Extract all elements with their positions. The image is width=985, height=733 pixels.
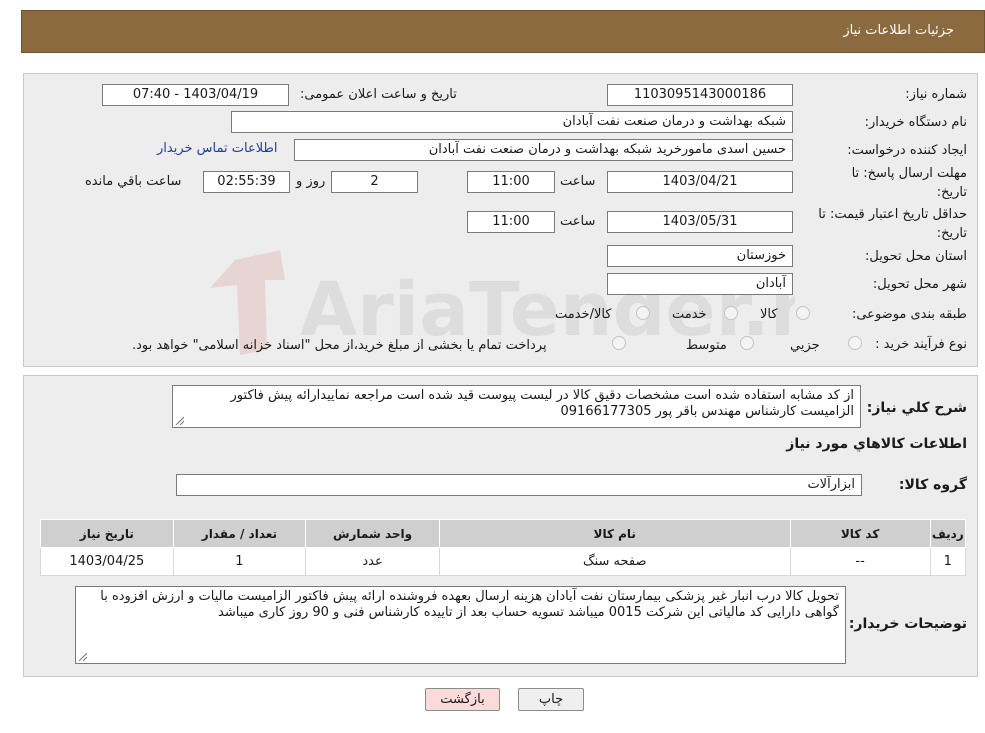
announce-datetime-label: تاریخ و ساعت اعلان عمومی: (300, 87, 457, 102)
process-radio-medium[interactable] (740, 336, 754, 350)
process-type-label: نوع فرآیند خرید : (875, 337, 967, 352)
process-radio-minor[interactable] (848, 336, 862, 350)
category-label: طبقه بندی موضوعی: (851, 307, 967, 322)
column-header-quantity: تعداد / مقدار (172, 519, 307, 548)
goods-info-heading: اطلاعات کالاهاي مورد نياز (786, 436, 967, 452)
category-option-goods: کالا (760, 307, 778, 322)
city-label: شهر محل تحویل: (872, 277, 967, 292)
category-option-goods-service: کالا/خدمت (555, 307, 612, 322)
buyer-org-label: نام دستگاه خریدار: (864, 115, 967, 130)
cell-goods-name: صفحه سنگ (438, 547, 791, 576)
category-radio-goods-service[interactable] (636, 306, 650, 320)
cell-need-date: 1403/04/25 (40, 547, 174, 576)
validity-date-field: 1403/05/31 (607, 211, 793, 233)
process-treasury-note: پرداخت تمام یا بخشی از مبلغ خرید،از محل … (132, 338, 547, 353)
deadline-days-field: 2 (331, 171, 418, 193)
table-row: 1 -- صفحه سنگ عدد 1 1403/04/25 (40, 547, 967, 576)
buyer-notes-text: تحویل کالا درب انبار غیر پزشکی بیمارستان… (100, 589, 839, 620)
column-header-goods-code: کد کالا (789, 519, 931, 548)
cell-quantity: 1 (172, 547, 307, 576)
category-radio-service[interactable] (724, 306, 738, 320)
back-button[interactable]: بازگشت (425, 688, 500, 711)
resize-grip-icon[interactable] (175, 416, 184, 425)
print-button[interactable]: چاپ (518, 688, 584, 711)
resize-grip-icon[interactable] (78, 652, 87, 661)
remaining-label: ساعت باقي مانده (85, 174, 182, 189)
process-option-minor: جزیي (790, 338, 820, 353)
cell-unit: عدد (305, 547, 440, 576)
requester-label: ایجاد کننده درخواست: (847, 143, 967, 158)
deadline-time-field: 11:00 (467, 171, 555, 193)
city-field: آبادان (607, 273, 793, 295)
buyer-notes-label: توضیحات خریدار: (848, 616, 967, 632)
remaining-time-field: 02:55:39 (203, 171, 290, 193)
buyer-org-field: شبکه بهداشت و درمان صنعت نفت آبادان (231, 111, 793, 133)
buyer-contact-link[interactable]: اطلاعات تماس خریدار (157, 141, 277, 156)
days-label: روز و (296, 174, 326, 189)
category-radio-goods[interactable] (796, 306, 810, 320)
column-header-row-number: ردیف (929, 519, 967, 548)
goods-group-label: گروه کالا: (898, 477, 967, 493)
province-label: استان محل تحویل: (865, 249, 967, 264)
category-option-service: خدمت (672, 307, 707, 322)
process-radio-treasury[interactable] (612, 336, 626, 350)
goods-table-header-row: ردیف کد کالا نام کالا واحد شمارش تعداد /… (40, 519, 967, 548)
deadline-label-line1: مهلت ارسال پاسخ: تا (851, 166, 967, 181)
requester-field: حسین اسدی مامورخرید شبکه بهداشت و درمان … (294, 139, 793, 161)
deadline-time-label: ساعت (560, 174, 596, 189)
cell-goods-code: -- (789, 547, 931, 576)
validity-label-line1: حداقل تاریخ اعتبار قیمت: تا (818, 207, 967, 222)
goods-table: ردیف کد کالا نام کالا واحد شمارش تعداد /… (40, 519, 967, 576)
need-number-label: شماره نیاز: (905, 87, 967, 102)
goods-group-field: ابزارآلات (176, 474, 862, 496)
description-label: شرح کلي نياز: (866, 400, 967, 416)
validity-time-field: 11:00 (467, 211, 555, 233)
process-option-medium: متوسط (686, 338, 727, 353)
buyer-notes-textbox[interactable]: تحویل کالا درب انبار غیر پزشکی بیمارستان… (75, 586, 846, 664)
page-title: جزئیات اطلاعات نیاز (843, 23, 954, 38)
need-number-field: 1103095143000186 (607, 84, 793, 106)
announce-datetime-field: 1403/04/19 - 07:40 (102, 84, 289, 106)
cell-row-number: 1 (929, 547, 967, 576)
province-field: خوزستان (607, 245, 793, 267)
column-header-unit: واحد شمارش (305, 519, 440, 548)
column-header-need-date: تاریخ نیاز (40, 519, 174, 548)
column-header-goods-name: نام کالا (438, 519, 791, 548)
validity-label-line2: تاریخ: (936, 226, 967, 241)
validity-time-label: ساعت (560, 214, 596, 229)
description-text: از کد مشابه استفاده شده است مشخصات دقیق … (230, 388, 854, 419)
description-textbox[interactable]: از کد مشابه استفاده شده است مشخصات دقیق … (172, 385, 861, 428)
deadline-label-line2: تاریخ: (936, 185, 967, 200)
page-header: جزئیات اطلاعات نیاز (21, 10, 985, 53)
deadline-date-field: 1403/04/21 (607, 171, 793, 193)
